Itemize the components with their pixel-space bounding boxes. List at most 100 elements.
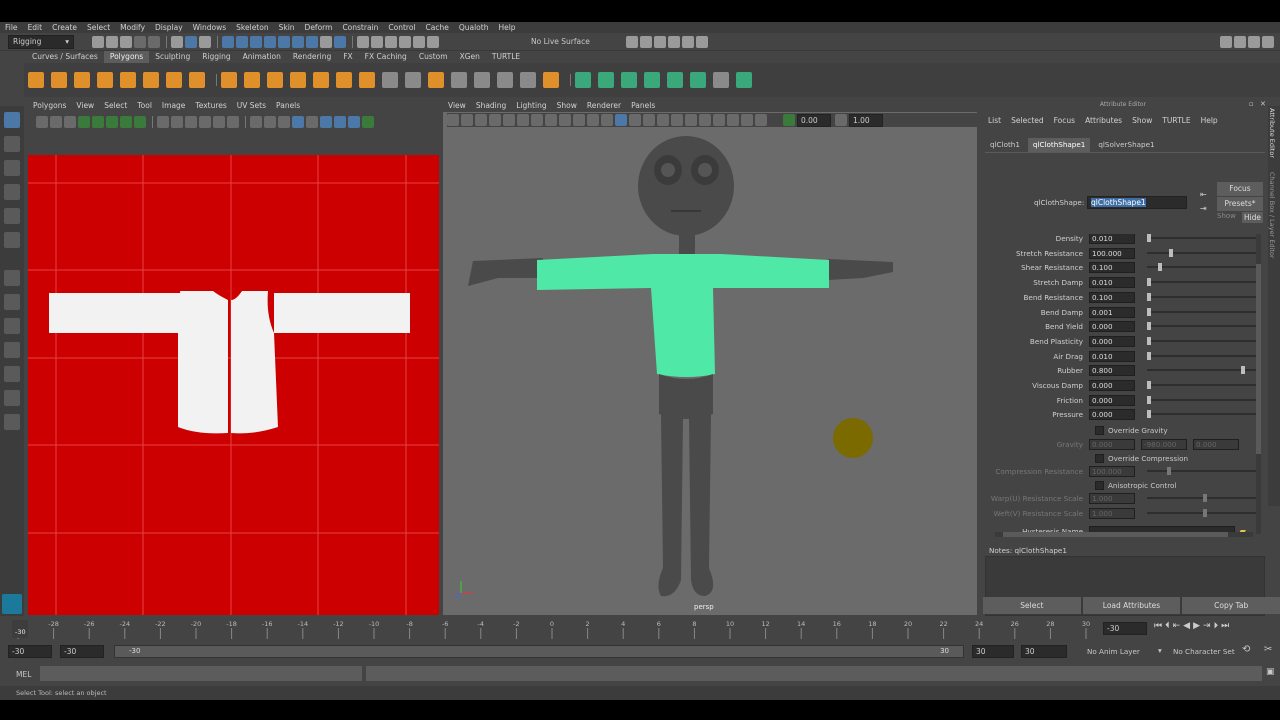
attr-value-field[interactable]: 0.100 (1089, 291, 1135, 303)
uv-automatic-icon[interactable] (644, 72, 660, 88)
input-ops-icon[interactable] (371, 36, 383, 48)
hide-button[interactable]: Hide (1242, 212, 1263, 223)
uv-filter-icon[interactable] (348, 116, 360, 128)
menu-cache[interactable]: Cache (421, 22, 454, 33)
attr-slider-handle[interactable] (1147, 336, 1151, 345)
snap-point-icon[interactable] (250, 36, 262, 48)
ae-menu-show[interactable]: Show (1127, 115, 1157, 127)
separate-icon[interactable] (244, 72, 260, 88)
menu-windows[interactable]: Windows (188, 22, 231, 33)
attr-slider[interactable] (1147, 336, 1257, 345)
uv-layout-icon[interactable] (713, 72, 729, 88)
side-tab-attribute-editor[interactable]: Attribute Editor (1268, 108, 1276, 158)
attr-slider[interactable] (1147, 322, 1257, 331)
viewport-menu-renderer[interactable]: Renderer (582, 100, 626, 112)
uv-display-icon[interactable] (292, 116, 304, 128)
symmetry-icon[interactable] (334, 36, 346, 48)
time-slider[interactable]: -30-28-26-24-22-20-18-16-14-12-10-8-6-4-… (0, 618, 1280, 640)
command-input[interactable] (40, 666, 362, 681)
shape-name-field[interactable]: qlClothShape1 (1087, 196, 1187, 209)
uv-menu-view[interactable]: View (71, 100, 99, 112)
go-to-start-icon[interactable]: ⏮ (1154, 621, 1162, 631)
backface-icon[interactable] (755, 114, 767, 126)
shelf-tab-custom[interactable]: Custom (413, 51, 454, 63)
uv-unfold-icon[interactable] (736, 72, 752, 88)
menu-select[interactable]: Select (82, 22, 115, 33)
bridge-icon[interactable] (359, 72, 375, 88)
shelf-tab-turtle[interactable]: TURTLE (486, 51, 526, 63)
poly-torus-icon[interactable] (120, 72, 136, 88)
attr-slider[interactable] (1147, 307, 1257, 316)
field-chart-icon[interactable] (559, 114, 571, 126)
presets-button[interactable]: Presets* (1217, 197, 1263, 211)
poly-disc-icon[interactable] (166, 72, 182, 88)
panel-layout-icon[interactable] (1234, 36, 1246, 48)
fill-hole-icon[interactable] (497, 72, 513, 88)
ae-menu-turtle[interactable]: TURTLE (1157, 115, 1195, 127)
uv-distort-icon[interactable] (227, 116, 239, 128)
workspace-icon[interactable] (1220, 36, 1232, 48)
attr-value-field[interactable]: 0.000 (1089, 335, 1135, 347)
focus-input-icon[interactable]: ⇤ (1200, 190, 1207, 199)
step-back-icon[interactable]: ⇤ (1173, 621, 1181, 631)
attr-slider[interactable] (1147, 381, 1257, 389)
isolate-icon[interactable] (741, 114, 753, 126)
rotate-tool-icon[interactable] (4, 208, 20, 224)
select-hierarchy-icon[interactable] (171, 36, 183, 48)
shelf-tab-curves-surfaces[interactable]: Curves / Surfaces (26, 51, 104, 63)
ae-menu-focus[interactable]: Focus (1049, 115, 1080, 127)
render-setup-icon[interactable] (696, 36, 708, 48)
current-frame-field[interactable]: -30 (1103, 622, 1147, 635)
viewport-menu-panels[interactable]: Panels (626, 100, 660, 112)
shadows-icon[interactable] (671, 114, 683, 126)
select-tool-icon[interactable] (4, 112, 20, 128)
shelf-tab-polygons[interactable]: Polygons (103, 51, 150, 63)
shelf-tab-sculpting[interactable]: Sculpting (149, 51, 196, 63)
edge-loop-icon[interactable] (474, 72, 490, 88)
live-surface-icon[interactable] (427, 36, 439, 48)
snap-view-icon[interactable] (264, 36, 276, 48)
step-forward-icon[interactable]: ⇥ (1203, 621, 1211, 631)
command-lang-label[interactable]: MEL (16, 670, 31, 679)
uv-menu-select[interactable]: Select (99, 100, 132, 112)
mirror-icon[interactable] (336, 72, 352, 88)
attr-slider[interactable] (1147, 366, 1257, 375)
snap-face-icon[interactable] (306, 36, 318, 48)
outliner-layout-icon[interactable] (4, 366, 20, 382)
merge-icon[interactable] (520, 72, 536, 88)
uv-planar-icon[interactable] (575, 72, 591, 88)
shelf-tab-xgen[interactable]: XGen (454, 51, 486, 63)
attr-value-field[interactable]: 0.000 (1089, 380, 1135, 391)
attr-slider-handle[interactable] (1147, 381, 1151, 389)
more-layouts-icon[interactable] (4, 414, 20, 430)
ae-menu-attributes[interactable]: Attributes (1080, 115, 1127, 127)
copy-tab-button[interactable]: Copy Tab (1182, 597, 1280, 614)
attr-value-field[interactable]: 0.800 (1089, 365, 1135, 377)
bookmark-icon[interactable] (475, 114, 487, 126)
attr-value-field[interactable]: 0.000 (1089, 394, 1135, 406)
playback-end-field[interactable]: 30 (972, 645, 1014, 658)
new-scene-icon[interactable] (92, 36, 104, 48)
perspective-viewport[interactable]: View Shading Lighting Show Renderer Panels 0.… (443, 100, 977, 615)
save-scene-icon[interactable] (120, 36, 132, 48)
menu-edit[interactable]: Edit (23, 22, 48, 33)
ae-hscroll-thumb[interactable] (1003, 532, 1228, 537)
attr-value-field[interactable]: 0.010 (1089, 234, 1135, 244)
playback-start-field[interactable]: -30 (60, 645, 104, 658)
ae-scrollbar[interactable] (1256, 234, 1261, 534)
menu-create[interactable]: Create (47, 22, 82, 33)
redo-icon[interactable] (148, 36, 160, 48)
uv-cut-icon[interactable] (667, 72, 683, 88)
attr-slider[interactable] (1147, 248, 1257, 257)
multi-cut-icon[interactable] (382, 72, 398, 88)
output-ops-icon[interactable] (385, 36, 397, 48)
snap-surface-icon[interactable] (278, 36, 290, 48)
snap-edge-icon[interactable] (292, 36, 304, 48)
uv-tool-icon[interactable] (50, 116, 62, 128)
lights-icon[interactable] (657, 114, 669, 126)
ae-scroll-thumb[interactable] (1256, 264, 1261, 454)
snap-grid-icon[interactable] (222, 36, 234, 48)
uv-cylindrical-icon[interactable] (598, 72, 614, 88)
uv-sew-icon[interactable] (690, 72, 706, 88)
menu-qualoth[interactable]: Qualoth (454, 22, 494, 33)
